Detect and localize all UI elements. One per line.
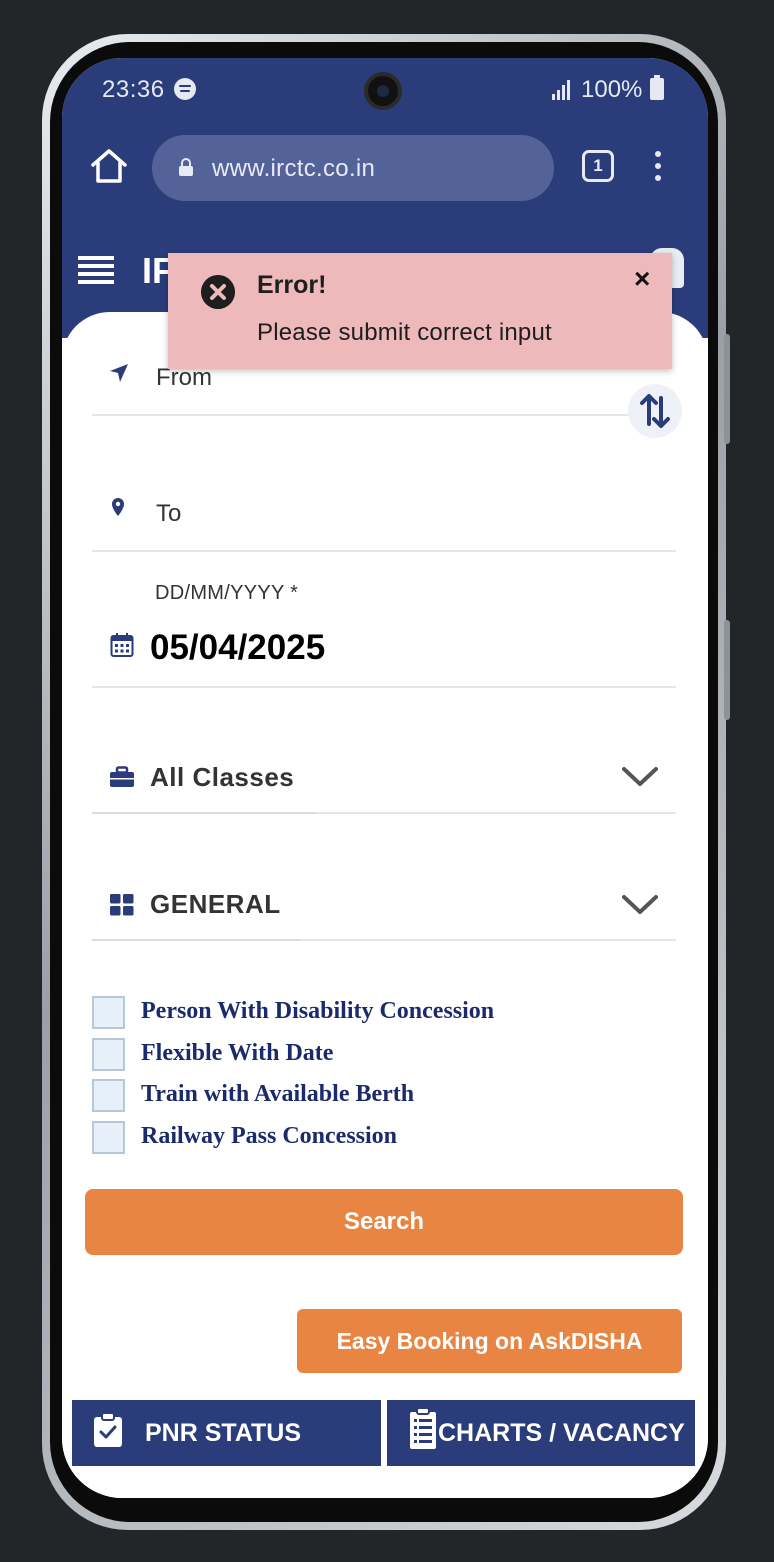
spotify-icon <box>174 78 196 100</box>
url-bar[interactable]: www.irctc.co.in <box>152 135 554 201</box>
list-doc-icon <box>410 1408 436 1449</box>
close-icon[interactable]: × <box>634 263 650 295</box>
checkbox-label: Person With Disability Concession <box>141 998 495 1024</box>
charts-vacancy-label: CHARTS / VACANCY <box>438 1419 685 1447</box>
hamburger-menu-icon[interactable] <box>78 256 114 284</box>
toast-message: Please submit correct input <box>257 319 552 346</box>
lock-icon <box>179 158 193 176</box>
power-button <box>724 620 730 720</box>
navigation-arrow-icon <box>110 364 128 382</box>
calendar-icon <box>110 633 134 657</box>
pnr-status-tile[interactable]: PNR STATUS <box>72 1400 381 1466</box>
briefcase-icon <box>110 766 134 787</box>
checkbox-label: Railway Pass Concession <box>141 1123 398 1149</box>
checkbox[interactable] <box>92 1079 125 1112</box>
volume-button <box>724 334 730 444</box>
checkbox[interactable] <box>92 996 125 1029</box>
toast-title: Error! <box>257 271 327 299</box>
checkbox[interactable] <box>92 1038 125 1071</box>
quota-select-underline <box>92 937 301 941</box>
swap-stations-button[interactable] <box>628 384 682 438</box>
browser-toolbar: www.irctc.co.in 1 <box>62 120 708 218</box>
status-time: 23:36 <box>102 76 165 103</box>
grid-icon <box>110 894 134 916</box>
charts-vacancy-tile[interactable]: CHARTS / VACANCY <box>387 1400 695 1466</box>
battery-icon <box>650 75 664 100</box>
battery-percent: 100% <box>581 76 643 103</box>
quota-select-value: GENERAL <box>150 889 281 919</box>
checkbox[interactable] <box>92 1121 125 1154</box>
front-camera <box>364 72 402 110</box>
swap-vertical-icon <box>640 394 670 428</box>
class-select-underline <box>92 810 316 814</box>
checkbox-label: Train with Available Berth <box>141 1081 415 1107</box>
to-field[interactable]: To <box>92 470 676 552</box>
map-pin-icon <box>112 498 124 516</box>
error-toast: Error! Please submit correct input × <box>168 253 672 369</box>
chevron-down-icon[interactable] <box>622 894 658 916</box>
signal-icon <box>552 78 572 100</box>
date-label: DD/MM/YYYY * <box>155 582 299 604</box>
url-text: www.irctc.co.in <box>212 155 376 182</box>
search-button[interactable]: Search <box>85 1189 683 1255</box>
more-vert-icon[interactable] <box>654 151 662 183</box>
tabs-button[interactable]: 1 <box>582 150 614 182</box>
chevron-down-icon[interactable] <box>622 766 658 788</box>
class-select-value: All Classes <box>150 762 295 792</box>
checkbox-label: Flexible With Date <box>141 1040 334 1066</box>
date-value: 05/04/2025 <box>150 628 326 667</box>
clipboard-check-icon <box>94 1412 122 1447</box>
pnr-status-label: PNR STATUS <box>145 1419 302 1447</box>
home-icon[interactable] <box>90 148 128 184</box>
error-circle-icon <box>201 275 235 309</box>
to-placeholder: To <box>156 500 182 527</box>
status-bar: 23:36 100% <box>62 58 708 120</box>
askdisha-button[interactable]: Easy Booking on AskDISHA <box>297 1309 682 1373</box>
